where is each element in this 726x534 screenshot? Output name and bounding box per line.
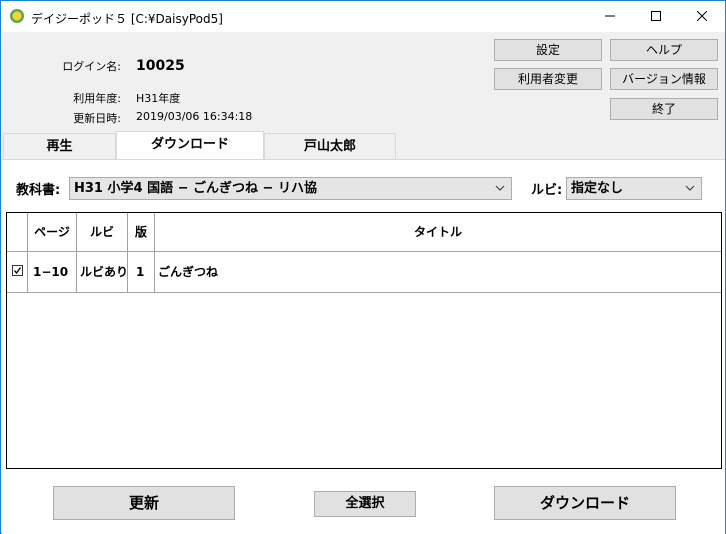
updated-label: 更新日時: [73,112,121,125]
tab-download[interactable]: ダウンロード [116,131,264,160]
tab-user[interactable]: 戸山太郎 [264,133,396,159]
cell-edition: 1 [136,265,145,279]
select-all-button[interactable]: 全選択 [314,491,416,517]
year-value: H31年度 [136,92,181,105]
checkbox-checked-icon[interactable] [12,265,23,276]
column-header-page[interactable]: ページ [28,213,76,251]
exit-button[interactable]: 終了 [610,98,718,120]
column-header-title[interactable]: タイトル [155,213,721,251]
settings-button[interactable]: 設定 [494,39,602,61]
row-divider [7,292,721,293]
login-label: ログイン名: [62,60,121,73]
cell-page: 1−10 [33,265,69,279]
close-icon [696,10,708,22]
title-bar[interactable]: デイジーポッド５ [C:¥DaisyPod5] [1,1,725,32]
tab-play[interactable]: 再生 [3,133,116,159]
minimize-button[interactable] [587,1,633,32]
chevron-down-icon [495,178,505,206]
version-info-button[interactable]: バージョン情報 [610,68,718,90]
cell-ruby: ルビあり [80,265,129,279]
ruby-label: ルビ: [531,183,563,198]
ruby-select[interactable]: 指定なし [566,177,702,200]
column-header-edition[interactable]: 版 [128,213,154,251]
download-button[interactable]: ダウンロード [494,486,676,520]
login-value: 10025 [136,58,185,74]
textbook-select-value: H31 小学4 国語 − ごんぎつね − リハ協 [74,181,317,196]
maximize-icon [651,11,661,21]
minimize-icon [605,15,615,17]
cell-title: ごんぎつね [158,265,219,279]
help-button[interactable]: ヘルプ [610,39,718,61]
chevron-down-icon [685,178,695,206]
ruby-select-value: 指定なし [571,181,624,196]
refresh-button[interactable]: 更新 [53,486,235,520]
textbook-table: ページ ルビ 版 タイトル 1−10 ルビあり 1 ごんぎつね [6,212,722,469]
change-user-button[interactable]: 利用者変更 [494,68,602,90]
window-title: デイジーポッド５ [C:¥DaisyPod5] [31,12,223,26]
textbook-label: 教科書: [16,183,61,198]
column-header-ruby[interactable]: ルビ [77,213,127,251]
updated-value: 2019/03/06 16:34:18 [136,110,253,123]
textbook-select[interactable]: H31 小学4 国語 − ごんぎつね − リハ協 [69,177,512,200]
daisy-flower-icon [10,9,24,23]
app-window: デイジーポッド５ [C:¥DaisyPod5] ログイン名: 10025 利用年… [0,0,726,534]
close-button[interactable] [679,1,725,32]
maximize-button[interactable] [633,1,679,32]
year-label: 利用年度: [73,92,121,105]
